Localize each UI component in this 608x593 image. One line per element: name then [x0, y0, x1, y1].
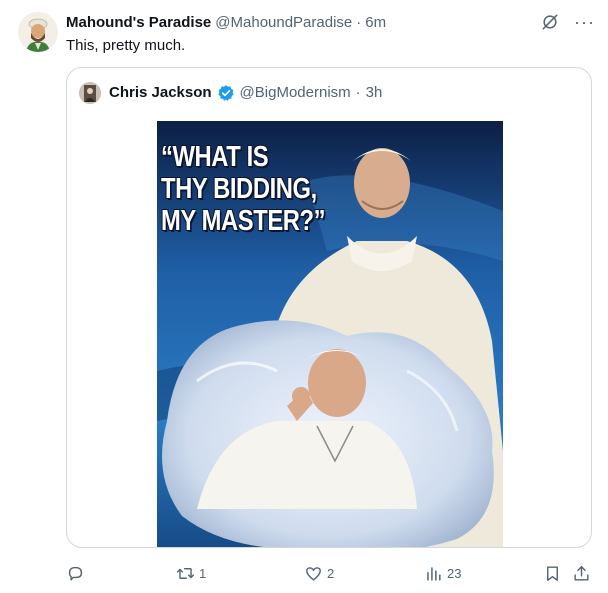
grok-icon[interactable] — [540, 12, 560, 32]
reply-icon — [68, 566, 83, 581]
like-button[interactable]: 2 — [304, 562, 334, 584]
retweet-button[interactable]: 1 — [176, 562, 206, 584]
bookmark-button[interactable] — [543, 562, 562, 584]
share-button[interactable] — [572, 562, 591, 584]
tweet-timestamp[interactable]: 6m — [365, 13, 386, 33]
tweet-header: Mahound's Paradise @MahoundParadise · 6m — [66, 13, 386, 33]
quoted-author-avatar[interactable] — [79, 82, 101, 104]
heart-icon — [306, 566, 321, 581]
header-separator: · — [356, 14, 362, 31]
retweet-icon — [176, 567, 195, 579]
quoted-tweet-header: Chris Jackson @BigModernism · 3h — [79, 82, 382, 104]
quoted-author-handle[interactable]: @BigModernism — [240, 83, 351, 103]
reply-button[interactable] — [66, 562, 89, 584]
more-icon[interactable]: ··· — [574, 12, 594, 32]
quoted-tweet-timestamp[interactable]: 3h — [366, 83, 383, 103]
retweet-count: 1 — [199, 565, 207, 581]
bookmark-icon — [547, 565, 558, 581]
views-button[interactable]: 23 — [424, 562, 461, 584]
share-icon — [574, 565, 589, 581]
quoted-tweet[interactable]: Chris Jackson @BigModernism · 3h “WHAT I… — [66, 67, 592, 548]
quoted-author-avatar-image — [79, 82, 101, 104]
tweet-text: This, pretty much. — [66, 37, 186, 54]
views-count: 23 — [447, 565, 462, 581]
author-display-name[interactable]: Mahound's Paradise — [66, 13, 211, 33]
quoted-author-display-name[interactable]: Chris Jackson — [109, 83, 212, 103]
like-count: 2 — [327, 565, 335, 581]
author-handle[interactable]: @MahoundParadise — [215, 13, 352, 33]
quoted-header-separator: · — [355, 84, 361, 101]
author-avatar-image — [18, 12, 58, 52]
quoted-tweet-image[interactable]: “WHAT IS THY BIDDING, MY MASTER?” — [157, 121, 503, 547]
tweet-top-actions: ··· — [540, 12, 594, 32]
author-avatar[interactable] — [18, 12, 58, 52]
verified-badge-icon[interactable] — [217, 84, 235, 102]
views-chart-icon — [427, 566, 441, 581]
meme-caption: “WHAT IS THY BIDDING, MY MASTER?” — [161, 141, 326, 237]
tweet-action-bar: 1 2 23 — [66, 562, 592, 584]
tweet[interactable]: Mahound's Paradise @MahoundParadise · 6m… — [0, 0, 608, 593]
